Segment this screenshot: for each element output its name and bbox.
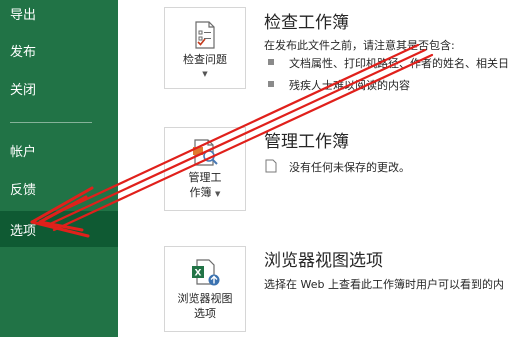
inspect-bullet: 残疾人士难以阅读的内容 (289, 79, 410, 92)
backstage-sidebar: 导出 发布 关闭 帐户 反馈 选项 (0, 0, 118, 337)
inspect-workbook-title: 检查工作簿 (264, 13, 349, 33)
sidebar-item-label: 关闭 (10, 82, 37, 98)
excel-web-icon: X (192, 259, 220, 286)
sidebar-item-close[interactable]: 关闭 (0, 71, 118, 105)
check-issues-label: 检查问题 (183, 53, 227, 66)
inspect-intro: 在发布此文件之前，请注意其是否包含: (264, 39, 455, 52)
browser-view-options-button[interactable]: X 浏览器视图 选项 (164, 246, 246, 332)
sidebar-item-label: 发布 (10, 44, 37, 60)
manage-workbook-label: 管理工 (188, 171, 222, 184)
manage-workbook-label-2: 作簿 (189, 186, 212, 199)
sidebar-divider (10, 122, 92, 123)
sidebar-item-label: 反馈 (10, 182, 37, 198)
document-magnifier-icon (193, 139, 218, 166)
browser-view-title: 浏览器视图选项 (264, 251, 383, 271)
square-bullet-icon (268, 81, 274, 87)
sidebar-item-account[interactable]: 帐户 (0, 133, 118, 167)
sidebar-item-label: 导出 (10, 7, 37, 23)
inspect-bullet: 文档属性、打印机路径、作者的姓名、相关日 (289, 57, 509, 70)
manage-workbook-title: 管理工作簿 (264, 132, 349, 152)
chevron-down-icon: ▼ (215, 190, 221, 198)
backstage-main: 检查问题 ▼ 检查工作簿 在发布此文件之前，请注意其是否包含: 文档属性、打印机… (118, 0, 522, 337)
check-issues-button[interactable]: 检查问题 ▼ (164, 7, 246, 89)
sidebar-item-label: 帐户 (10, 144, 37, 160)
browser-view-desc: 选择在 Web 上查看此工作簿时用户可以看到的内 (264, 278, 504, 291)
document-page-icon (265, 159, 277, 173)
sidebar-item-label: 选项 (10, 223, 37, 239)
browser-view-label: 浏览器视图 (177, 292, 233, 305)
sidebar-item-export[interactable]: 导出 (0, 0, 118, 30)
document-checklist-icon (195, 21, 215, 49)
manage-status-text: 没有任何未保存的更改。 (289, 161, 410, 174)
manage-workbook-button[interactable]: 管理工 作簿 ▼ (164, 127, 246, 211)
square-bullet-icon (268, 59, 274, 65)
svg-text:X: X (195, 269, 202, 279)
sidebar-item-feedback[interactable]: 反馈 (0, 171, 118, 205)
sidebar-item-options[interactable]: 选项 (0, 211, 118, 247)
chevron-down-icon: ▼ (202, 70, 208, 78)
browser-view-label-2: 选项 (194, 307, 216, 320)
sidebar-item-publish[interactable]: 发布 (0, 33, 118, 67)
